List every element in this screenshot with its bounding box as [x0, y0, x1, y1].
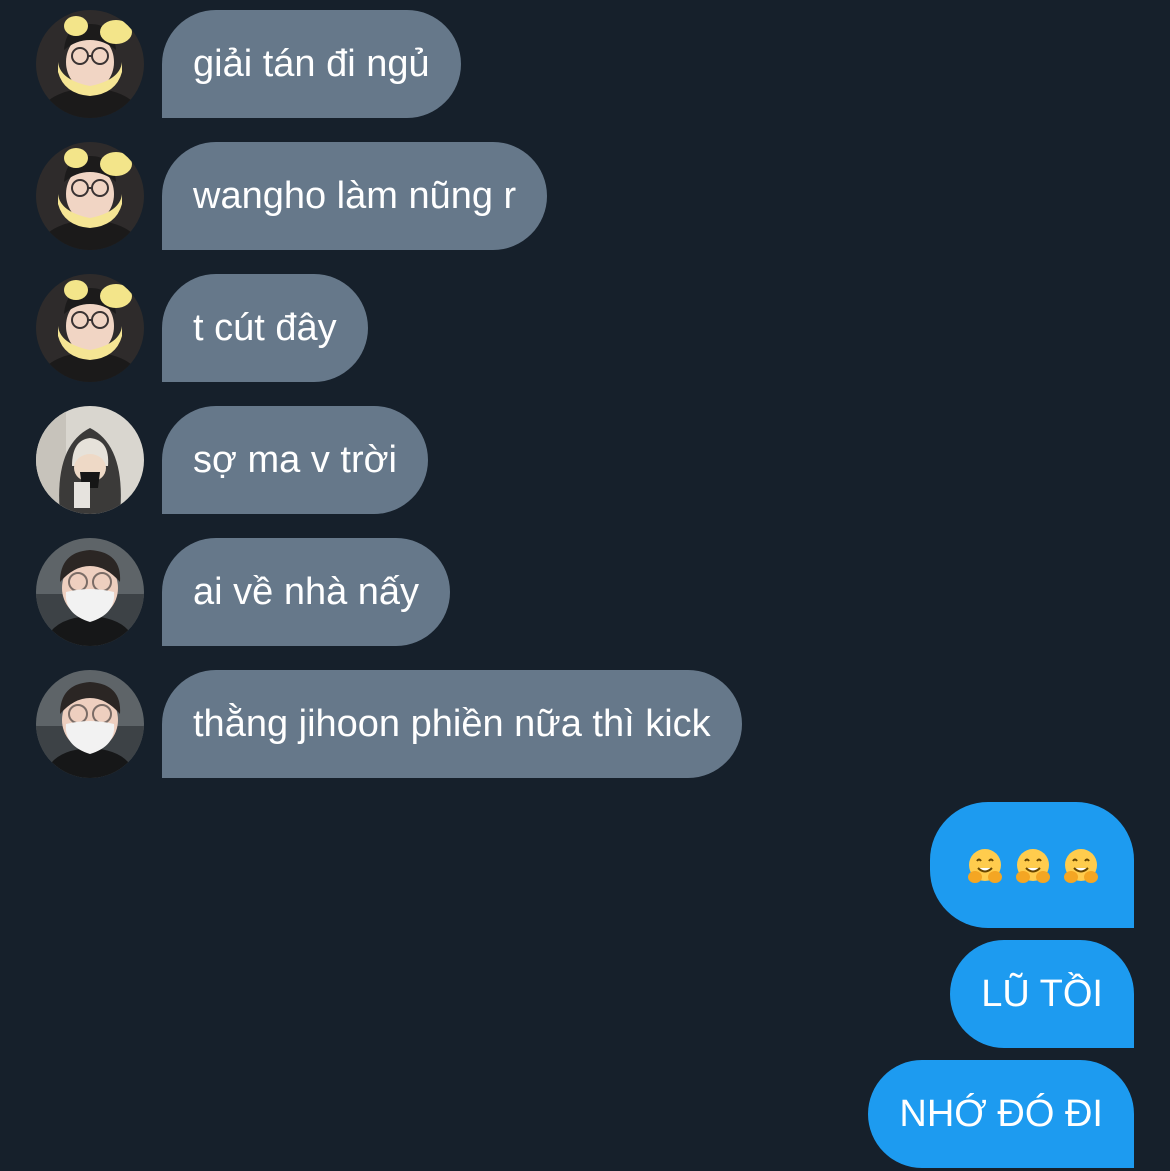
avatar-yellow-hat-glasses: [36, 10, 144, 118]
avatar[interactable]: [36, 10, 144, 118]
avatar-yellow-hat-glasses: [36, 142, 144, 250]
incoming-message-bubble[interactable]: thằng jihoon phiền nữa thì kick: [162, 670, 742, 778]
message-row: wangho làm nũng r: [0, 142, 1170, 250]
avatar[interactable]: [36, 142, 144, 250]
incoming-message-bubble[interactable]: giải tán đi ngủ: [162, 10, 461, 118]
outgoing-message-bubble[interactable]: [930, 802, 1134, 928]
avatar-mask-glasses: [36, 538, 144, 646]
outgoing-message-bubble[interactable]: LŨ TỒI: [950, 940, 1134, 1048]
incoming-message-bubble[interactable]: ai về nhà nấy: [162, 538, 451, 646]
avatar[interactable]: [36, 538, 144, 646]
hugging-face-emoji: [1016, 848, 1050, 883]
avatar-hooded: [36, 406, 144, 514]
avatar[interactable]: [36, 670, 144, 778]
avatar-mask-glasses: [36, 670, 144, 778]
incoming-message-bubble[interactable]: t cút đây: [162, 274, 368, 382]
avatar[interactable]: [36, 274, 144, 382]
message-row: sợ ma v trời: [0, 406, 1170, 514]
avatar-yellow-hat-glasses: [36, 274, 144, 382]
hugging-face-emoji: [968, 848, 1002, 883]
message-row: ai về nhà nấy: [0, 538, 1170, 646]
message-row: t cút đây: [0, 274, 1170, 382]
incoming-message-bubble[interactable]: sợ ma v trời: [162, 406, 428, 514]
hugging-face-emoji: [1064, 848, 1098, 883]
avatar[interactable]: [36, 406, 144, 514]
incoming-message-bubble[interactable]: wangho làm nũng r: [162, 142, 548, 250]
outgoing-message-bubble[interactable]: NHỚ ĐÓ ĐI: [868, 1060, 1134, 1168]
message-row: thằng jihoon phiền nữa thì kick: [0, 670, 1170, 778]
message-row: giải tán đi ngủ: [0, 10, 1170, 118]
